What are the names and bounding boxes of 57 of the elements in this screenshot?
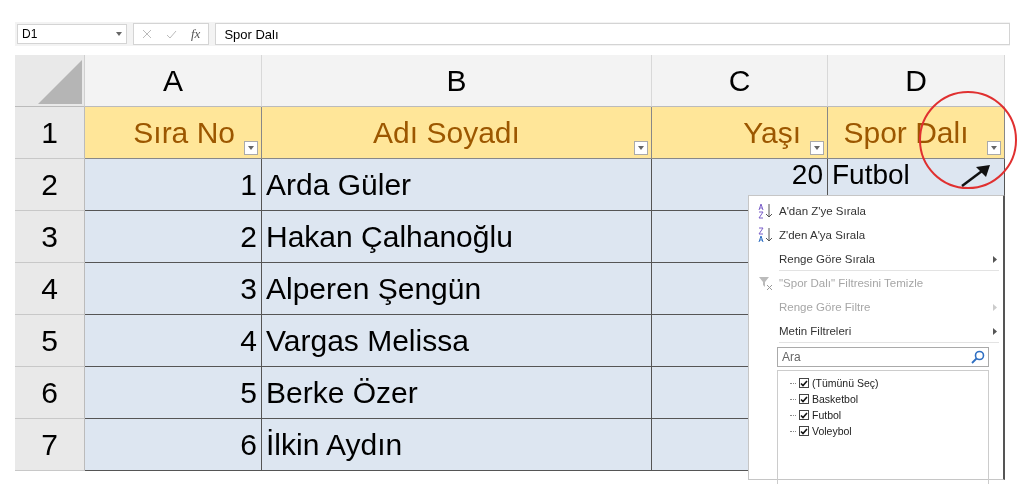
table-cell: Arda Güler (262, 159, 652, 211)
row-header[interactable]: 2 (15, 159, 85, 211)
filter-button[interactable] (634, 141, 648, 155)
pointer-arrow (961, 165, 990, 187)
formula-field[interactable]: Spor Dalı (215, 23, 1010, 45)
value-label[interactable]: Voleybol (812, 425, 852, 437)
column-header[interactable]: C (652, 55, 828, 107)
table-cell: 4 (85, 315, 262, 367)
row-header[interactable]: 3 (15, 211, 85, 263)
header-cell: Sıra No (85, 107, 262, 159)
table-cell: Alperen Şengün (262, 263, 652, 315)
table-cell: İlkin Aydın (262, 419, 652, 471)
caret-icon (814, 146, 820, 150)
value-label[interactable]: Basketbol (812, 393, 859, 405)
checkbox[interactable] (799, 410, 809, 420)
checkbox[interactable] (799, 394, 809, 404)
column-header[interactable]: D (828, 55, 1005, 107)
checkbox[interactable] (799, 378, 809, 388)
header-cell: Adı Soyadı (262, 107, 652, 159)
table-cell: Berke Özer (262, 367, 652, 419)
submenu-arrow-icon (993, 255, 997, 263)
checkbox[interactable] (799, 426, 809, 436)
filter-button[interactable] (987, 141, 1001, 155)
filter-button[interactable] (244, 141, 258, 155)
column-header[interactable]: A (85, 55, 262, 107)
value-label[interactable]: Futbol (812, 409, 842, 421)
clear-filter-icon (758, 275, 774, 291)
table-cell: 5 (85, 367, 262, 419)
table-cell: 6 (85, 419, 262, 471)
search-field[interactable]: Ara (777, 347, 989, 367)
sort-ascending-icon (758, 203, 774, 219)
value-label[interactable]: (Tümünü Seç) (812, 377, 879, 389)
caret-icon (991, 146, 997, 150)
filter-button[interactable] (810, 141, 824, 155)
header-cell: Yaşı (652, 107, 828, 159)
table-cell: 2 (85, 211, 262, 263)
caret-icon (248, 146, 254, 150)
search-icon (971, 350, 985, 364)
submenu-arrow-icon (993, 327, 997, 335)
row-header[interactable]: 4 (15, 263, 85, 315)
row-header[interactable]: 7 (15, 419, 85, 471)
caret-icon (116, 32, 122, 36)
table-cell: 1 (85, 159, 262, 211)
row-header[interactable]: 1 (15, 107, 85, 159)
name-box[interactable]: D1 (17, 24, 127, 44)
table-cell: Hakan Çalhanoğlu (262, 211, 652, 263)
table-cell: Vargas Melissa (262, 315, 652, 367)
sort-descending-icon (758, 227, 774, 243)
table-cell: 3 (85, 263, 262, 315)
row-header[interactable]: 5 (15, 315, 85, 367)
row-header[interactable]: 6 (15, 367, 85, 419)
caret-icon (638, 146, 644, 150)
check-icon[interactable] (166, 29, 177, 39)
insert-function-button[interactable]: fx (191, 26, 201, 42)
column-header[interactable]: B (262, 55, 652, 107)
submenu-arrow-icon (993, 303, 997, 311)
menu-item[interactable]: Z'den A'ya Sırala (749, 223, 1003, 247)
